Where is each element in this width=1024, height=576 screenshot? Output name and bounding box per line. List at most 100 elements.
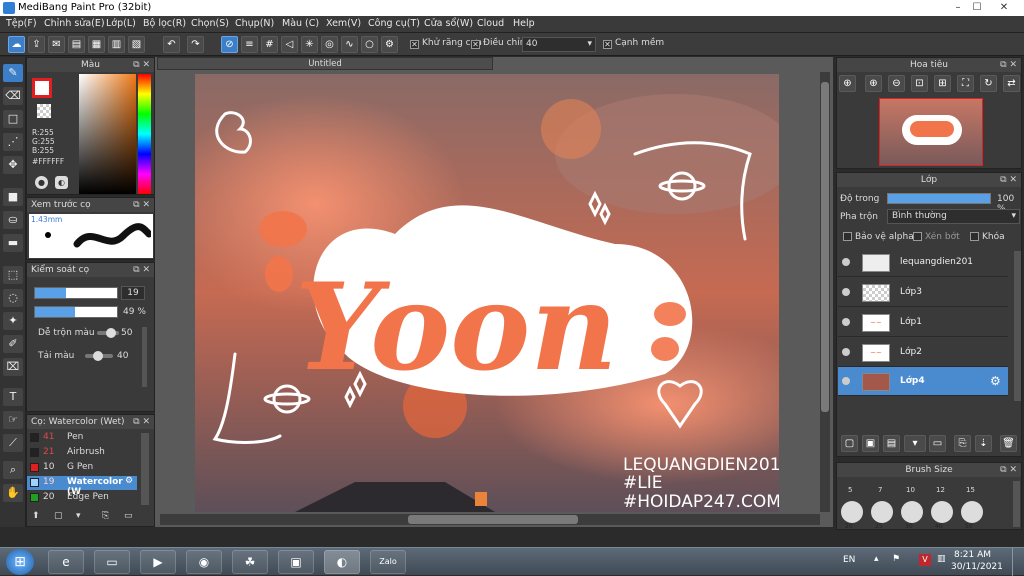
new-brush-icon[interactable]: ▢ xyxy=(54,511,63,521)
network-icon[interactable]: ▥ xyxy=(937,554,946,564)
panel-close-icon[interactable]: ⧉ ✕ xyxy=(133,263,150,277)
brush-size-10[interactable]: 10 xyxy=(906,486,915,494)
close-button[interactable]: ✕ xyxy=(996,1,1012,14)
fit-window-icon[interactable]: ⛶ xyxy=(957,75,974,92)
reload-slider[interactable] xyxy=(85,351,113,361)
list-item[interactable]: 41 Pen xyxy=(27,431,137,445)
color-picker-icon[interactable]: ◐ xyxy=(55,176,68,189)
layer-scrollbar[interactable] xyxy=(1014,251,1021,401)
menu-view[interactable]: Xem(V) xyxy=(326,18,361,29)
rotate-icon[interactable]: ↻ xyxy=(980,75,997,92)
snap-cross-icon[interactable]: # xyxy=(261,36,278,53)
eye-icon[interactable] xyxy=(842,377,850,385)
menu-window[interactable]: Cửa sổ(W) xyxy=(424,18,473,29)
show-desktop-button[interactable] xyxy=(1012,548,1024,576)
list-item[interactable]: 21 Airbrush xyxy=(27,446,137,460)
panel-close-icon[interactable]: ⧉ ✕ xyxy=(1000,173,1017,187)
menu-edit[interactable]: Chỉnh sửa(E) xyxy=(44,18,105,29)
brush-menu-icon[interactable]: ▾ xyxy=(76,511,81,521)
antialias-checkbox[interactable]: ✕ xyxy=(410,40,419,49)
gradient-tool-icon[interactable]: ▬ xyxy=(3,234,23,252)
snap-settings-icon[interactable]: ⚙ xyxy=(381,36,398,53)
cloud-icon[interactable]: ☁ xyxy=(8,36,25,53)
zoom-icon[interactable]: ▣ xyxy=(278,550,314,574)
dot-tool-icon[interactable]: ⋰ xyxy=(3,133,23,151)
antivirus-icon[interactable]: V xyxy=(919,554,931,566)
list-item[interactable]: 20 Edge Pen xyxy=(27,491,137,505)
brush-size-5[interactable]: 5 xyxy=(848,486,852,494)
move-tool-icon[interactable]: ✥ xyxy=(3,156,23,174)
tab-untitled[interactable]: Untitled xyxy=(157,57,493,70)
primary-color-swatch[interactable] xyxy=(32,78,52,98)
comment-icon[interactable]: ✉ xyxy=(48,36,65,53)
new-halftone-layer-icon[interactable]: ▣ xyxy=(862,435,879,452)
saturation-picker[interactable] xyxy=(79,74,136,194)
undo-icon[interactable]: ↶ xyxy=(163,36,180,53)
blend-slider[interactable] xyxy=(97,328,119,338)
brush-size-20-dot[interactable] xyxy=(841,501,863,523)
text-tool-icon[interactable]: T xyxy=(3,388,23,406)
panel-close-icon[interactable]: ⧉ ✕ xyxy=(133,198,150,212)
new-8bit-layer-icon[interactable]: ▤ xyxy=(883,435,900,452)
zalo-icon[interactable]: Zalo xyxy=(370,550,406,574)
minimize-button[interactable]: – xyxy=(950,1,966,14)
layer-menu-icon[interactable]: ▾ xyxy=(904,435,926,452)
lock-checkbox[interactable] xyxy=(970,232,979,241)
brush-size-50-dot[interactable] xyxy=(961,501,983,523)
snap-vanish-icon[interactable]: ◁ xyxy=(281,36,298,53)
layer-row[interactable]: Lớp3 xyxy=(838,278,1008,307)
hand-tool-icon[interactable]: ✋ xyxy=(3,484,23,502)
delete-layer-icon[interactable]: 🗑 xyxy=(1000,435,1017,452)
eye-icon[interactable] xyxy=(842,318,850,326)
layer-opacity-slider[interactable] xyxy=(887,193,991,204)
explorer-icon[interactable]: ▭ xyxy=(94,550,130,574)
zoom-in-icon[interactable]: ⊕ xyxy=(839,75,856,92)
lasso-tool-icon[interactable]: ◌ xyxy=(3,289,23,307)
horizontal-scrollbar[interactable] xyxy=(160,514,820,525)
panel-close-icon[interactable]: ⧉ ✕ xyxy=(1000,463,1017,477)
snap-ellipse-icon[interactable]: ○ xyxy=(361,36,378,53)
shape-tool-icon[interactable]: ■ xyxy=(3,188,23,206)
brush-size-30-dot[interactable] xyxy=(901,501,923,523)
layer-row-selected[interactable]: Lớp4 ⚙ xyxy=(838,367,1008,396)
brush-size-slider[interactable] xyxy=(34,287,118,299)
brush-size-25-dot[interactable] xyxy=(871,501,893,523)
select-eraser-icon[interactable]: ⌧ xyxy=(3,358,23,376)
layer-row[interactable]: ~~ Lớp2 xyxy=(838,338,1008,367)
operation-tool-icon[interactable]: ☞ xyxy=(3,411,23,429)
brush-size-scrollbar[interactable] xyxy=(1013,481,1020,527)
layer-row[interactable]: lequangdien201 xyxy=(838,248,1008,277)
layer-folder-icon[interactable]: ▭ xyxy=(929,435,946,452)
hue-slider[interactable] xyxy=(138,74,151,194)
blend-mode-dropdown[interactable]: Bình thường ▾ xyxy=(887,209,1020,224)
tray-arrow-icon[interactable]: ▴ xyxy=(874,554,879,564)
menu-file[interactable]: Tệp(F) xyxy=(6,18,37,29)
brush-control-scrollbar[interactable] xyxy=(142,327,147,387)
menu-layer[interactable]: Lớp(L) xyxy=(106,18,136,29)
brush-list-scrollbar[interactable] xyxy=(141,433,149,505)
new-doc-icon[interactable]: ▤ xyxy=(68,36,85,53)
snap-curve-icon[interactable]: ∿ xyxy=(341,36,358,53)
clock-time[interactable]: 8:21 AM xyxy=(954,550,991,560)
snap-parallel-icon[interactable]: ≡ xyxy=(241,36,258,53)
brush-size-40-dot[interactable] xyxy=(931,501,953,523)
list-item-selected[interactable]: 19 Watercolor (W ⚙ xyxy=(27,476,137,497)
brush-size-12[interactable]: 12 xyxy=(936,486,945,494)
eye-icon[interactable] xyxy=(842,258,850,266)
select-tool-icon[interactable]: ⬚ xyxy=(3,266,23,284)
coccoc-icon[interactable]: ☘ xyxy=(232,550,268,574)
eye-icon[interactable] xyxy=(842,348,850,356)
divide-tool-icon[interactable]: ⟋ xyxy=(3,434,23,452)
brush-tool-icon[interactable]: ✎ xyxy=(3,64,23,82)
eyedropper-icon[interactable]: ⌕ xyxy=(3,461,23,479)
menu-color[interactable]: Màu (C) xyxy=(282,18,319,29)
bucket-tool-icon[interactable]: ⛀ xyxy=(3,211,23,229)
flag-icon[interactable]: ⚑ xyxy=(892,554,900,564)
menu-filter[interactable]: Bộ lọc(R) xyxy=(143,18,186,29)
merge-layer-icon[interactable]: ⇣ xyxy=(975,435,992,452)
page-manage-icon[interactable]: ▧ xyxy=(128,36,145,53)
page-icon[interactable]: ▦ xyxy=(88,36,105,53)
eye-icon[interactable] xyxy=(842,288,850,296)
secondary-color-swatch[interactable] xyxy=(37,104,51,118)
panel-close-icon[interactable]: ⧉ ✕ xyxy=(1000,58,1017,72)
